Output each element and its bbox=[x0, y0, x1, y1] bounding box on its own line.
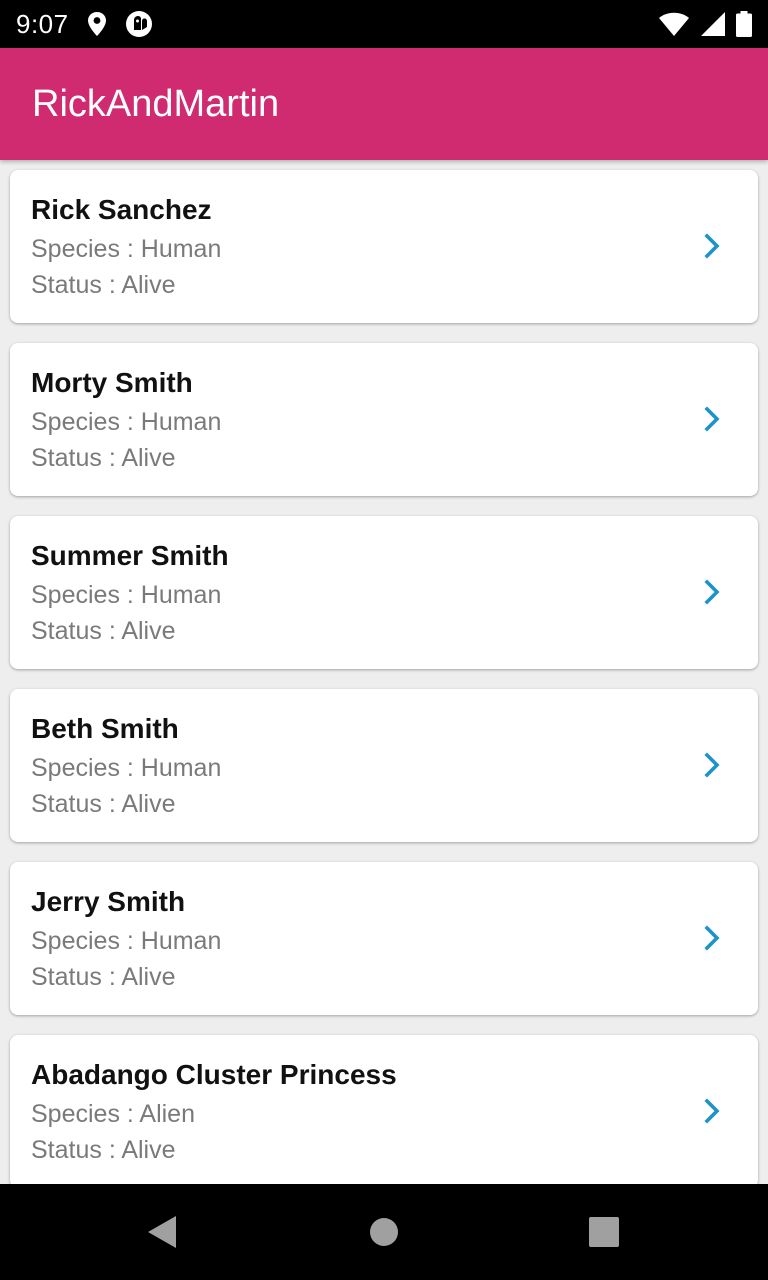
chevron-right-icon[interactable] bbox=[700, 232, 724, 260]
character-card[interactable]: Beth Smith Species : Human Status : Aliv… bbox=[10, 689, 758, 842]
character-species: Species : Human bbox=[31, 927, 222, 955]
cellular-signal-icon bbox=[700, 11, 726, 37]
home-icon bbox=[370, 1218, 398, 1246]
character-card[interactable]: Rick Sanchez Species : Human Status : Al… bbox=[10, 170, 758, 323]
app-bar: RickAndMartin bbox=[0, 48, 768, 160]
chevron-right-icon[interactable] bbox=[700, 924, 724, 952]
character-status: Status : Alive bbox=[31, 271, 176, 299]
character-status: Status : Alive bbox=[31, 617, 176, 645]
character-card[interactable]: Abadango Cluster Princess Species : Alie… bbox=[10, 1035, 758, 1184]
character-species: Species : Alien bbox=[31, 1100, 195, 1128]
character-species: Species : Human bbox=[31, 408, 222, 436]
character-name: Morty Smith bbox=[31, 367, 193, 398]
chevron-right-icon[interactable] bbox=[700, 578, 724, 606]
character-name: Abadango Cluster Princess bbox=[31, 1059, 397, 1090]
status-time: 9:07 bbox=[16, 8, 69, 39]
notification-app-icon bbox=[125, 10, 153, 38]
back-button[interactable] bbox=[114, 1184, 210, 1280]
character-species: Species : Human bbox=[31, 581, 222, 609]
wifi-icon bbox=[658, 11, 690, 37]
character-status: Status : Alive bbox=[31, 963, 176, 991]
character-status: Status : Alive bbox=[31, 1136, 176, 1164]
character-species: Species : Human bbox=[31, 235, 222, 263]
character-name: Summer Smith bbox=[31, 540, 229, 571]
character-name: Beth Smith bbox=[31, 713, 179, 744]
home-button[interactable] bbox=[336, 1184, 432, 1280]
character-species: Species : Human bbox=[31, 754, 222, 782]
character-card[interactable]: Jerry Smith Species : Human Status : Ali… bbox=[10, 862, 758, 1015]
chevron-right-icon[interactable] bbox=[700, 1097, 724, 1125]
recents-button[interactable] bbox=[556, 1184, 652, 1280]
battery-icon bbox=[736, 11, 752, 37]
chevron-right-icon[interactable] bbox=[700, 405, 724, 433]
navigation-bar bbox=[0, 1184, 768, 1280]
character-name: Jerry Smith bbox=[31, 886, 186, 917]
location-pin-icon bbox=[87, 11, 107, 37]
character-list[interactable]: Rick Sanchez Species : Human Status : Al… bbox=[0, 160, 768, 1184]
character-status: Status : Alive bbox=[31, 444, 176, 472]
character-card[interactable]: Summer Smith Species : Human Status : Al… bbox=[10, 516, 758, 669]
character-name: Rick Sanchez bbox=[31, 194, 212, 225]
status-bar: 9:07 bbox=[0, 0, 768, 48]
character-status: Status : Alive bbox=[31, 790, 176, 818]
chevron-right-icon[interactable] bbox=[700, 751, 724, 779]
recents-icon bbox=[589, 1217, 619, 1247]
app-title: RickAndMartin bbox=[32, 82, 280, 125]
back-icon bbox=[148, 1216, 176, 1248]
character-card[interactable]: Morty Smith Species : Human Status : Ali… bbox=[10, 343, 758, 496]
